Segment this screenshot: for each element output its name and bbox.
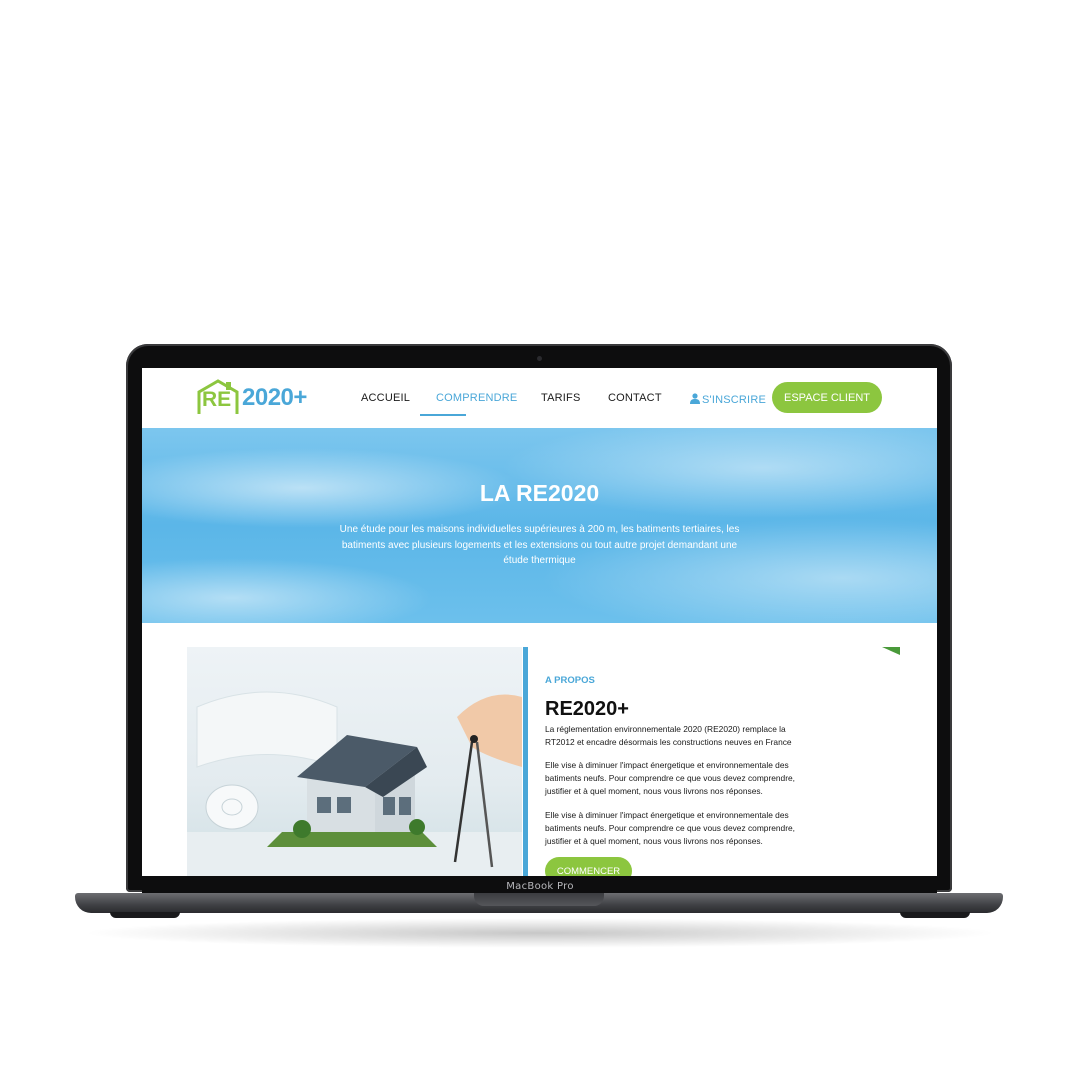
nav-comprendre[interactable]: COMPRENDRE [436,392,517,404]
laptop-foot-left [110,912,180,918]
about-title: RE2020+ [545,698,629,720]
logo-re-text: RE [202,388,232,411]
hero-banner: LA RE2020 Une étude pour les maisons ind… [142,428,937,623]
signup-link[interactable]: S'INSCRIRE [690,392,766,406]
hero-subtitle: Une étude pour les maisons individuelles… [339,524,740,566]
laptop-screen: RE 2020+ ACCUEIL COMPRENDRE TARIFS CONTA… [142,368,937,876]
hero-title: LA RE2020 [479,480,600,506]
laptop-shadow [80,918,1000,948]
logo-year-text: 2020+ [242,384,307,411]
nav-contact[interactable]: CONTACT [608,392,662,404]
laptop-foot-right [900,912,970,918]
nav-active-indicator [420,414,466,416]
image-accent-bar [523,647,528,876]
device-brand-label: MacBook Pro [506,881,574,892]
user-icon [690,393,700,404]
house-model-image [187,691,522,876]
site-logo[interactable]: RE 2020+ [196,378,316,418]
about-paragraph-2: Elle vise à diminuer l'impact énergetiqu… [545,760,795,796]
espace-client-button[interactable]: ESPACE CLIENT [772,382,882,413]
about-label: A PROPOS [545,675,595,686]
laptop-hinge-notch [474,893,604,906]
about-image [187,647,522,876]
leaf-decoration-icon [882,647,900,655]
signup-label: S'INSCRIRE [702,394,766,406]
about-paragraph-1: La réglementation environnementale 2020 … [545,724,792,747]
camera-icon [537,356,542,361]
commencer-button[interactable]: COMMENCER [545,857,632,876]
site-header: RE 2020+ ACCUEIL COMPRENDRE TARIFS CONTA… [142,368,937,428]
nav-accueil[interactable]: ACCUEIL [361,392,410,404]
about-paragraph-3: Elle vise à diminuer l'impact énergetiqu… [545,810,795,846]
nav-tarifs[interactable]: TARIFS [541,392,581,404]
